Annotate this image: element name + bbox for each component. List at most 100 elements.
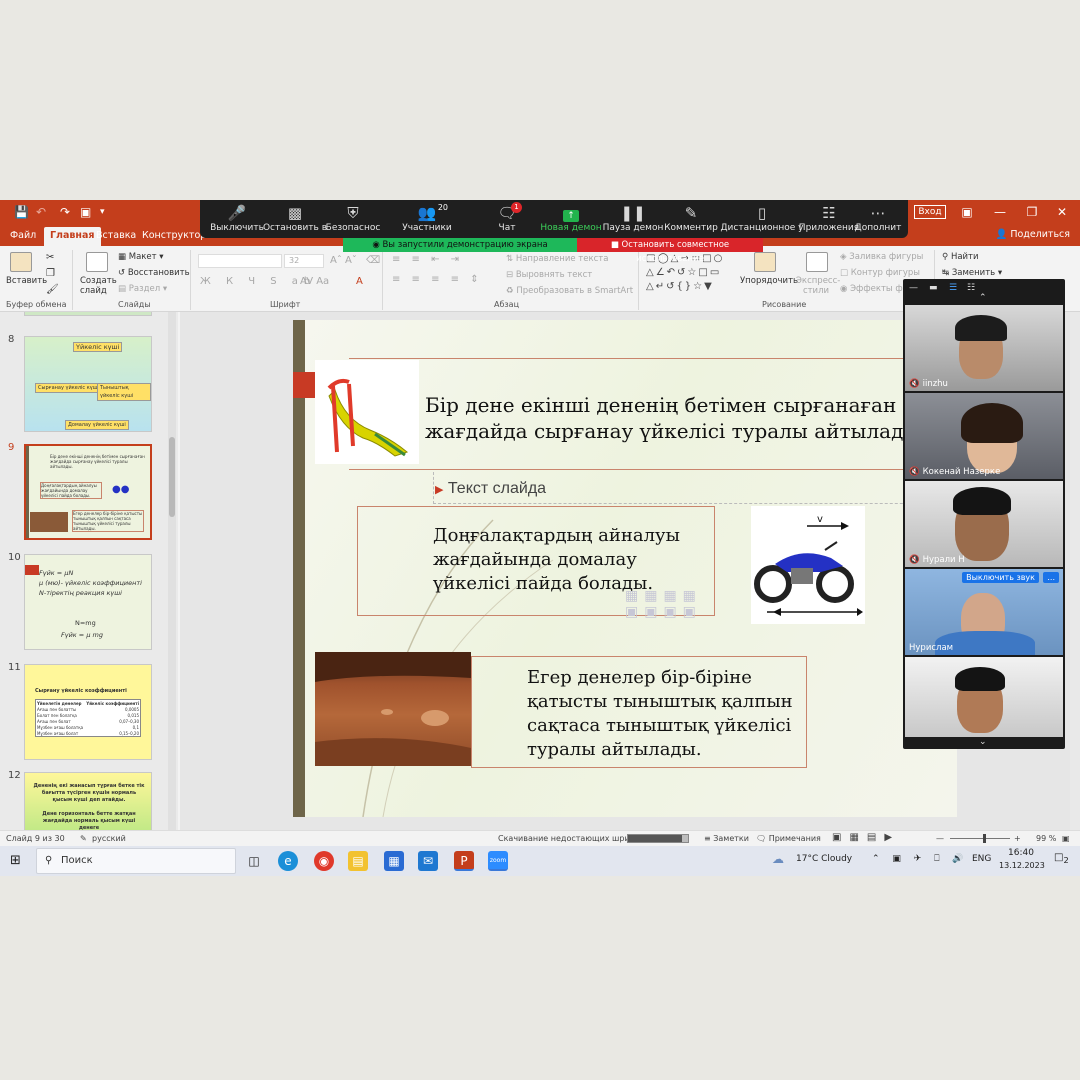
windows-start-icon[interactable]: ⊞ <box>10 853 21 868</box>
title-text[interactable]: Бір дене екінші дененің бетімен сырғанағ… <box>425 392 957 444</box>
font-color-icon[interactable]: A <box>356 276 363 287</box>
participant-tile[interactable]: 🔇 iinzhu <box>905 305 1063 391</box>
shape-fill-button[interactable]: ◈ Заливка фигуры <box>840 252 923 262</box>
slide-image-motorcycle[interactable]: v <box>751 506 865 624</box>
paste-icon[interactable] <box>10 252 32 272</box>
language-indicator[interactable]: русский <box>92 834 126 843</box>
thumbnails-scrollbar[interactable] <box>168 312 176 830</box>
chrome-browser-icon[interactable]: ◉ <box>314 851 334 871</box>
slide-thumbnail-active[interactable]: Бір дене екінші дененің бетімен сырғанағ… <box>24 444 152 540</box>
tab-insert[interactable]: Вставка <box>90 227 142 246</box>
font-name-select[interactable] <box>198 254 282 268</box>
express-styles-icon[interactable] <box>806 252 828 272</box>
fit-slide-icon[interactable]: ▣ <box>1062 834 1070 843</box>
more-button[interactable]: ⋯ Дополнит <box>846 200 910 238</box>
redo-icon[interactable]: ↷ <box>60 204 70 220</box>
thumbnails-scroll-thumb[interactable] <box>169 437 175 517</box>
notes-button[interactable]: ≡ Заметки <box>704 834 749 843</box>
slide-image-playground-slide[interactable] <box>315 360 419 464</box>
new-slide-icon[interactable] <box>86 252 108 272</box>
text-direction-button[interactable]: ⇅ Направление текста <box>506 254 608 264</box>
align-text-button[interactable]: ⊟ Выровнять текст <box>506 270 592 280</box>
char-spacing-icon[interactable]: AV Aa <box>300 276 329 287</box>
tab-file[interactable]: Файл <box>4 227 42 246</box>
view-buttons[interactable]: ▣▦▤▶ <box>832 832 900 843</box>
signin-button[interactable]: Вход <box>914 205 946 219</box>
unmute-button[interactable]: Выключить звук <box>962 572 1039 583</box>
zoom-level[interactable]: 99 % <box>1036 834 1056 843</box>
stop-sharing-button[interactable]: ■ Остановить совместное использование <box>577 238 763 264</box>
copy-icon[interactable]: ❐ <box>46 268 55 279</box>
file-explorer-icon[interactable]: ▤ <box>348 851 368 871</box>
reset-button[interactable]: ↺ Восстановить <box>118 268 190 278</box>
express-styles-button[interactable]: Экспресс-стили <box>796 276 840 296</box>
shape-effects-button[interactable]: ◉ Эффекты фиг <box>840 284 913 294</box>
align-buttons[interactable]: ≡ ≡ ≡ ≡ ⇕ <box>392 274 483 285</box>
replace-button[interactable]: ↹ Заменить ▾ <box>942 268 1002 278</box>
clock-time[interactable]: 16:40 <box>1008 848 1034 858</box>
zoom-in-icon[interactable]: + <box>1014 834 1021 843</box>
minimize-icon[interactable]: — <box>988 203 1012 221</box>
customize-quick-access-icon[interactable]: ▾ <box>100 204 105 220</box>
participant-tile[interactable] <box>905 657 1063 737</box>
grid-view-icon[interactable]: ☷ <box>967 283 975 293</box>
chat-button[interactable]: 🗨 1 Чат <box>470 200 544 238</box>
scroll-up-icon[interactable]: ⌃ <box>979 293 987 303</box>
clear-format-icon[interactable]: ⌫ <box>366 255 380 266</box>
slide-scrollbar[interactable] <box>1070 312 1080 830</box>
speaker-view-icon[interactable]: ▬ <box>929 283 938 293</box>
save-icon[interactable]: 💾 <box>14 204 29 220</box>
close-icon[interactable]: ✕ <box>1050 203 1074 221</box>
slideshow-icon[interactable]: ▣ <box>80 204 91 220</box>
mail-icon[interactable]: ✉ <box>418 851 438 871</box>
zoom-out-icon[interactable]: — <box>936 834 944 843</box>
weather-text[interactable]: 17°C Cloudy <box>796 854 852 864</box>
participant-tile[interactable]: 🔇 Нурали Н <box>905 481 1063 567</box>
maximize-icon[interactable]: ❐ <box>1020 203 1044 221</box>
participant-tile[interactable]: Выключить звук ... Нурислам <box>905 569 1063 655</box>
participant-more-button[interactable]: ... <box>1043 572 1059 583</box>
current-slide[interactable]: Бір дене екінші дененің бетімен сырғанағ… <box>293 320 957 817</box>
share-button[interactable]: 👤 Поделиться <box>995 229 1070 240</box>
taskbar-search-box[interactable]: ⚲ Поиск <box>36 848 236 874</box>
zoom-slider[interactable] <box>950 834 1010 843</box>
smartart-button[interactable]: ♻ Преобразовать в SmartArt <box>506 286 633 296</box>
zoom-taskbar-icon[interactable]: zoom <box>488 851 508 871</box>
minimize-gallery-icon[interactable]: — <box>909 283 918 293</box>
create-slide-button[interactable]: Создать слайд <box>80 276 117 296</box>
format-painter-icon[interactable]: 🖌 <box>46 284 59 295</box>
section-button[interactable]: ▤ Раздел ▾ <box>118 284 167 294</box>
font-format-buttons[interactable]: Ж К Ч S ab <box>200 276 316 287</box>
undo-icon[interactable]: ↶ <box>36 204 46 220</box>
find-button[interactable]: ⚲ Найти <box>942 252 979 262</box>
slide-thumbnail[interactable]: Сырғану үйкеліс коэффициенті Үйкелетін д… <box>24 664 152 760</box>
cut-icon[interactable]: ✂ <box>46 252 54 263</box>
edge-browser-icon[interactable]: e <box>278 851 298 871</box>
security-button[interactable]: ⛨ Безопаснос <box>316 200 390 238</box>
spellcheck-icon[interactable]: ✎ <box>80 834 87 843</box>
powerpoint-taskbar-icon[interactable]: P <box>454 851 474 871</box>
paste-button[interactable]: Вставить <box>6 276 47 286</box>
comments-button[interactable]: 🗨 Примечания <box>756 834 821 843</box>
annotate-button[interactable]: ✎ Комментир <box>654 200 728 238</box>
slide-image-mars-surface[interactable] <box>315 652 471 766</box>
arrange-button[interactable]: Упорядочить <box>740 276 798 286</box>
content-placeholder[interactable]: ▶ Текст слайда <box>435 480 715 498</box>
arrange-icon[interactable] <box>754 252 776 272</box>
content-insert-icons[interactable]: ▦▦▦▦ ▣▣▣▣ <box>625 588 715 632</box>
slide-thumbnail[interactable]: Үйкеліс күші Сырғанау үйкеліс күші Тыныш… <box>24 336 152 432</box>
font-grow-icon[interactable]: Aˆ Aˇ <box>330 255 357 266</box>
participants-button[interactable]: 👥 20 Участники <box>390 200 464 238</box>
store-icon[interactable]: ▦ <box>384 851 404 871</box>
shape-outline-button[interactable]: □ Контур фигуры <box>840 268 920 278</box>
slide-thumbnail[interactable]: Дененің екі жанасып тұрған бетке тік бағ… <box>24 772 152 830</box>
clock-date[interactable]: 13.12.2023 <box>999 861 1045 870</box>
strip-view-icon[interactable]: ☰ <box>949 283 957 293</box>
font-size-select[interactable]: 32 <box>284 254 324 268</box>
input-language[interactable]: ENG <box>972 854 991 864</box>
list-buttons[interactable]: ≡ ≡ ⇤ ⇥ <box>392 254 463 265</box>
layout-button[interactable]: ▦ Макет ▾ <box>118 252 164 262</box>
notifications-icon[interactable]: □2 <box>1054 852 1069 865</box>
slide-thumbnail[interactable] <box>24 312 152 316</box>
rolling-friction-text[interactable]: Доңғалақтардың айналуы жағдайында домала… <box>433 524 703 596</box>
